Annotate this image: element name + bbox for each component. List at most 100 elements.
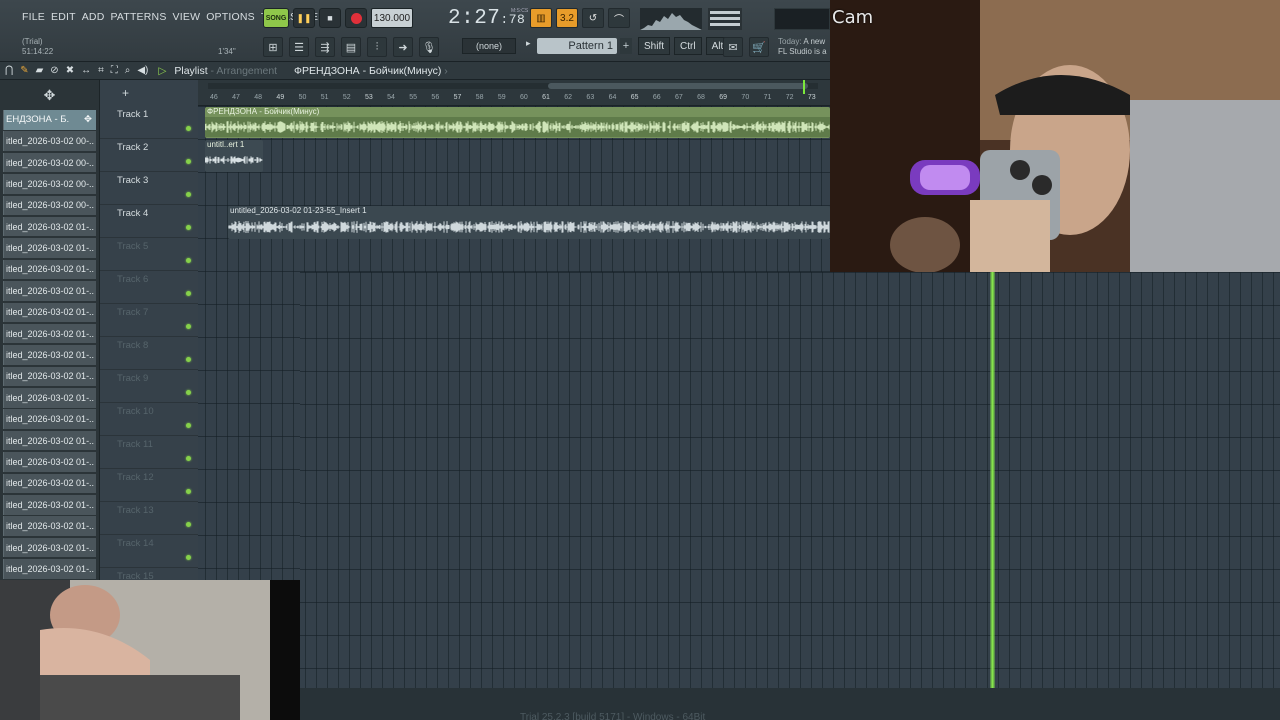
loop-record-icon[interactable]: ↺	[582, 8, 604, 28]
microphone-icon[interactable]: 🎙	[419, 37, 439, 57]
pattern-arrow-icon[interactable]: ▸	[526, 38, 531, 49]
menu-item-view[interactable]: VIEW	[173, 11, 201, 23]
horizontal-scrollbar[interactable]	[208, 83, 818, 89]
pattern-selector[interactable]: Pattern 1	[537, 38, 617, 54]
pencil-icon[interactable]: ✎	[20, 65, 28, 76]
track-led[interactable]	[186, 291, 191, 296]
picker-item[interactable]: itled_2026-03-02 01-..	[3, 238, 96, 258]
track-header[interactable]: Track 3	[100, 172, 198, 205]
modifier-key-shift[interactable]: Shift	[638, 37, 671, 55]
picker-item[interactable]: itled_2026-03-02 01-..	[3, 323, 96, 344]
track-header[interactable]: Track 6	[100, 271, 198, 304]
track-led[interactable]	[186, 357, 191, 362]
track-header[interactable]: Track 13	[100, 502, 198, 535]
picker-item[interactable]: itled_2026-03-02 01-..	[3, 366, 96, 387]
stop-button[interactable]: ■	[319, 8, 341, 28]
modifier-key-ctrl[interactable]: Ctrl	[674, 37, 702, 55]
picker-item[interactable]: itled_2026-03-02 01-..	[3, 345, 96, 365]
picker-item[interactable]: itled_2026-03-02 00-..	[3, 174, 96, 194]
track-header[interactable]: Track 11	[100, 436, 198, 469]
audio-clip-untitled-insert[interactable]: untitled_2026-03-02 01-23-55_Insert 1	[228, 206, 830, 239]
browser-icon[interactable]: ▤	[341, 37, 361, 57]
piano-roll-icon[interactable]: ⇶	[315, 37, 335, 57]
track-led[interactable]	[186, 192, 191, 197]
track-led[interactable]	[186, 258, 191, 263]
picker-item[interactable]: itled_2026-03-02 00-..	[3, 152, 96, 173]
zoom-icon[interactable]: ⌕	[125, 65, 131, 76]
mixer-icon[interactable]: ⫶	[367, 37, 387, 57]
slice-icon[interactable]: ⌗	[98, 65, 104, 76]
track-led[interactable]	[186, 489, 191, 494]
picker-item[interactable]: itled_2026-03-02 01-..	[3, 559, 96, 579]
typing-keyboard-icon[interactable]: ▥	[530, 8, 552, 28]
snap-select[interactable]: (none)	[462, 38, 516, 54]
playlist-play-icon[interactable]: ▷	[158, 65, 166, 77]
select-icon[interactable]: ⛶	[111, 65, 118, 76]
track-header[interactable]: Track 8	[100, 337, 198, 370]
track-header[interactable]: Track 1	[100, 106, 198, 139]
speaker-icon[interactable]: ◀)	[137, 65, 148, 76]
picker-item[interactable]: itled_2026-03-02 01-..	[3, 216, 96, 237]
picker-move-icon[interactable]: ✥	[0, 80, 99, 110]
arrow-right-icon[interactable]: ➜	[393, 37, 413, 57]
scroll-thumb[interactable]	[548, 83, 808, 89]
playhead-marker[interactable]	[803, 80, 805, 94]
track-header[interactable]: Track 12	[100, 469, 198, 502]
audio-clip-untitled-short[interactable]: untitl..ert 1	[205, 140, 263, 172]
song-mode-toggle[interactable]: SONG	[263, 8, 289, 28]
picker-item[interactable]: itled_2026-03-02 01-..	[3, 495, 96, 515]
track-led[interactable]	[186, 159, 191, 164]
slip-icon[interactable]: ↔	[81, 65, 91, 76]
track-led[interactable]	[186, 126, 191, 131]
timeline-ruler[interactable]: 46 47 48 49 50 51 52 53 54 55 56 57 58 59 60 61 62 63 64 65…	[198, 80, 830, 106]
picker-item[interactable]: itled_2026-03-02 00-..	[3, 131, 96, 151]
menu-item-edit[interactable]: EDIT	[51, 11, 76, 23]
track-header[interactable]: Track 2	[100, 139, 198, 172]
metronome-icon[interactable]: ⌒	[608, 8, 630, 28]
picker-item[interactable]: itled_2026-03-02 01-..	[3, 452, 96, 472]
track-led[interactable]	[186, 390, 191, 395]
online-news-icon[interactable]: ✉	[723, 37, 743, 57]
picker-item-selected[interactable]: ЕНДЗОНА - Б. ✥	[3, 110, 96, 130]
track-header[interactable]: Track 14	[100, 535, 198, 568]
picker-item[interactable]: itled_2026-03-02 01-..	[3, 388, 96, 408]
pause-button[interactable]: ❚❚	[293, 8, 315, 28]
picker-item[interactable]: itled_2026-03-02 01-..	[3, 302, 96, 323]
track-header[interactable]: Track 9	[100, 370, 198, 403]
paint-icon[interactable]: ▰	[36, 65, 44, 76]
menu-item-patterns[interactable]: PATTERNS	[110, 11, 166, 23]
channel-rack-icon[interactable]: ☰	[289, 37, 309, 57]
menu-item-add[interactable]: ADD	[82, 11, 105, 23]
record-button[interactable]	[345, 8, 367, 28]
track-led[interactable]	[186, 324, 191, 329]
playlist-window-icon[interactable]: ⊞	[263, 37, 283, 57]
track-header[interactable]: Track 5	[100, 238, 198, 271]
picker-item[interactable]: itled_2026-03-02 01-..	[3, 281, 96, 301]
picker-item[interactable]: itled_2026-03-02 01-..	[3, 430, 96, 451]
track-header[interactable]: Track 4	[100, 205, 198, 238]
shop-icon[interactable]: 🛒	[749, 37, 769, 57]
picker-item[interactable]: itled_2026-03-02 01-..	[3, 537, 96, 558]
magnet-icon[interactable]: ⋂	[5, 65, 13, 76]
track-led[interactable]	[186, 423, 191, 428]
track-led[interactable]	[186, 456, 191, 461]
picker-item[interactable]: itled_2026-03-02 01-..	[3, 473, 96, 494]
menu-item-file[interactable]: FILE	[22, 11, 45, 23]
add-pattern-button[interactable]: +	[620, 38, 632, 54]
countdown-icon[interactable]: 3.2	[556, 8, 578, 28]
news-panel[interactable]: Today: A new FL Studio is a	[778, 37, 830, 57]
picker-item[interactable]: itled_2026-03-02 01-..	[3, 516, 96, 536]
arrangement-grid-lower[interactable]	[300, 272, 1280, 688]
delete-icon[interactable]: ⊘	[50, 65, 58, 76]
picker-item[interactable]: itled_2026-03-02 00-..	[3, 195, 96, 216]
picker-item[interactable]: itled_2026-03-02 01-..	[3, 409, 96, 429]
track-led[interactable]	[186, 225, 191, 230]
track-led[interactable]	[186, 522, 191, 527]
mute-icon[interactable]: ✖	[66, 65, 74, 76]
audio-clip-frendzona[interactable]: ФРЕНДЗОНА - Бойчик(Минус)	[205, 107, 830, 138]
track-header[interactable]: Track 7	[100, 304, 198, 337]
picker-item[interactable]: itled_2026-03-02 01-..	[3, 259, 96, 280]
tempo-field[interactable]: 130.000	[371, 8, 413, 28]
add-track-icon[interactable]: +	[122, 86, 129, 100]
track-led[interactable]	[186, 555, 191, 560]
